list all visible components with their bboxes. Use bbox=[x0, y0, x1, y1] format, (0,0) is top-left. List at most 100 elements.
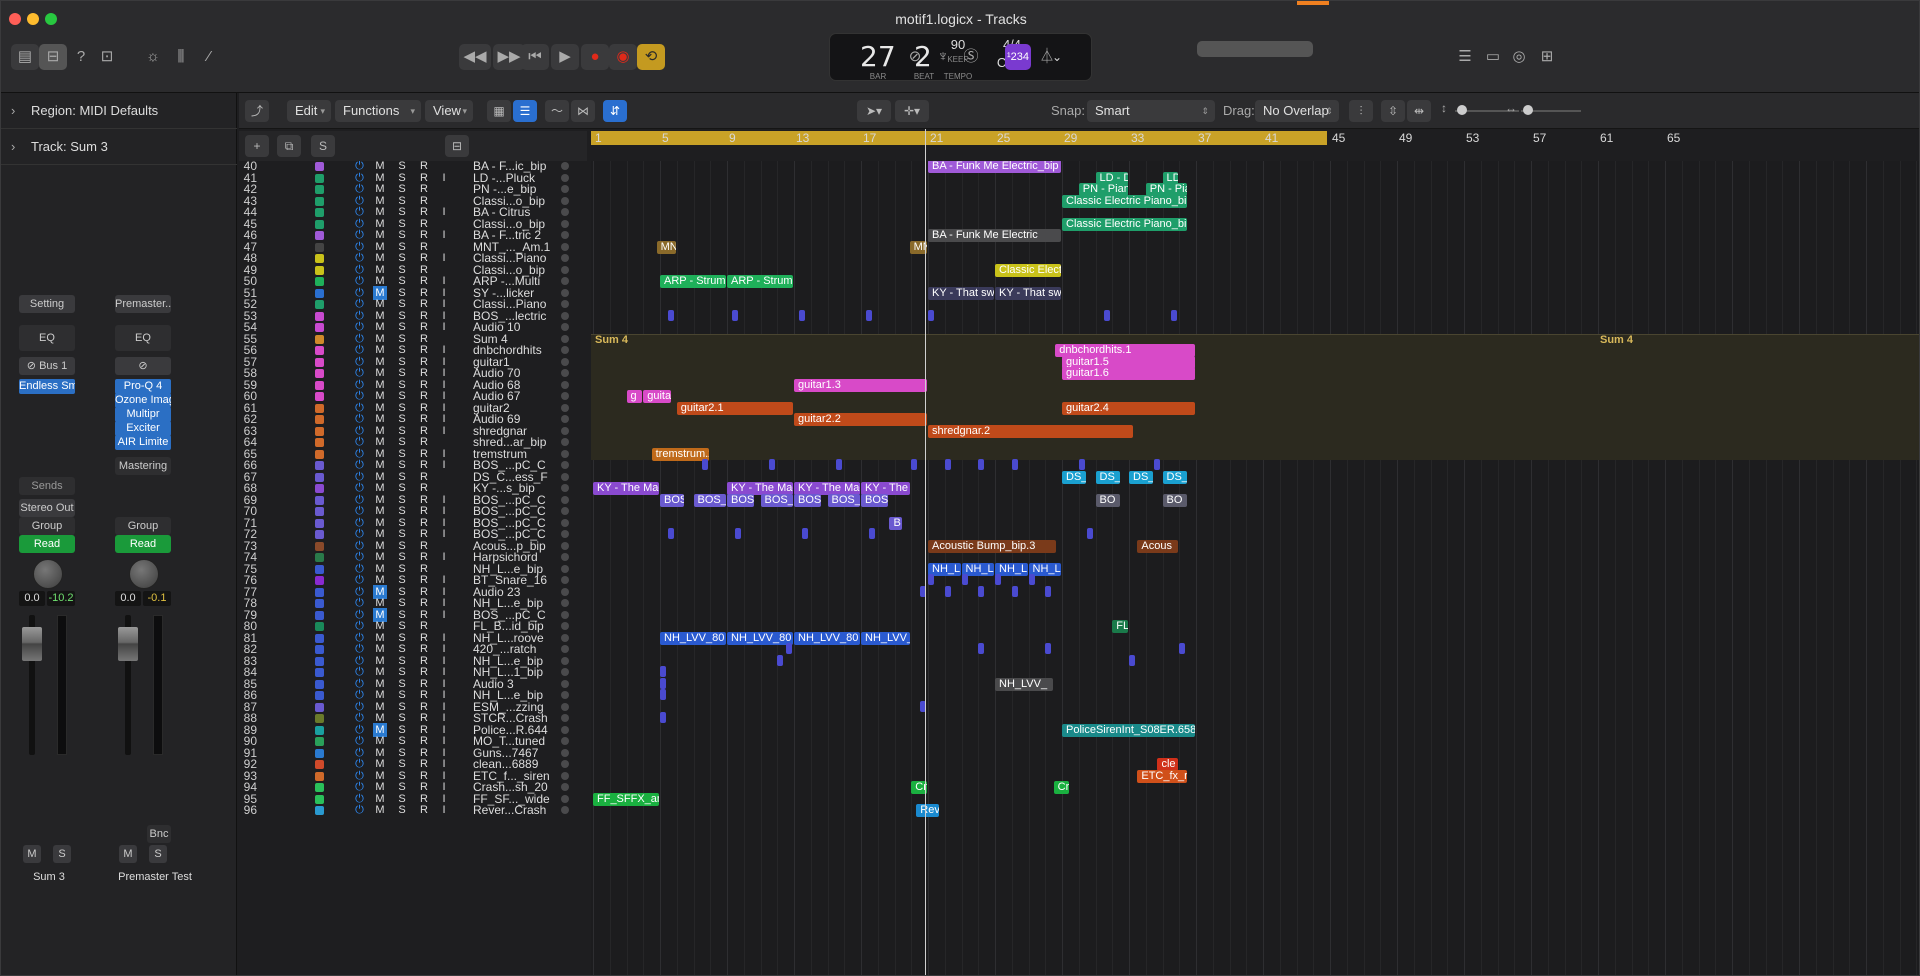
region[interactable]: BO bbox=[1162, 493, 1187, 507]
region[interactable]: NH_LVV_80 bbox=[727, 631, 793, 645]
region[interactable] bbox=[928, 574, 934, 585]
region[interactable]: DS_ bbox=[1129, 470, 1154, 484]
region[interactable] bbox=[866, 309, 873, 321]
region[interactable] bbox=[799, 309, 806, 321]
region[interactable] bbox=[978, 459, 985, 470]
add-track-button[interactable]: + bbox=[245, 135, 269, 157]
pan-knob[interactable] bbox=[129, 559, 159, 589]
region[interactable] bbox=[944, 459, 951, 470]
list-editors-icon[interactable]: ☰ bbox=[1451, 44, 1479, 70]
region[interactable]: NH_LVV_80 bbox=[794, 631, 860, 645]
horizontal-zoom-icon[interactable]: ⇹ bbox=[1407, 100, 1431, 122]
replace-record-icon[interactable]: ◉ bbox=[609, 44, 637, 70]
flex-icon[interactable]: ⋈ bbox=[571, 100, 595, 122]
ruler[interactable]: 1 5 9 13 17 21 25 29 33 37 41 45 49 53 57 61 65 bbox=[591, 131, 1919, 161]
arrange-area[interactable]: Sum 4 Sum 4 BA - Funk Me Electric_bip LD - … bbox=[591, 161, 1919, 975]
region[interactable]: DS_ bbox=[1162, 470, 1187, 484]
region[interactable]: guitar bbox=[643, 390, 671, 403]
track-mute-button[interactable]: M bbox=[373, 803, 387, 817]
region[interactable] bbox=[660, 689, 666, 700]
loop-browser-icon[interactable]: ◎ bbox=[1505, 44, 1533, 70]
region[interactable]: ARP - Strum bbox=[727, 275, 793, 288]
region[interactable]: KY - That swe bbox=[928, 286, 994, 300]
region[interactable]: BA - Funk Me Electric_bip bbox=[928, 161, 1061, 173]
pan-knob[interactable] bbox=[33, 559, 63, 589]
metronome-icon[interactable]: ⏃ bbox=[1033, 44, 1061, 70]
region[interactable] bbox=[1045, 643, 1052, 654]
automation-read-button[interactable]: Read bbox=[115, 535, 171, 553]
eq-button[interactable]: EQ bbox=[115, 325, 171, 351]
drag-select[interactable]: No Overlap ⇕ bbox=[1255, 100, 1339, 122]
region[interactable] bbox=[1087, 528, 1094, 539]
library-icon[interactable]: ▤ bbox=[11, 44, 39, 70]
region[interactable] bbox=[735, 528, 742, 539]
region[interactable] bbox=[660, 666, 666, 677]
solo-button[interactable]: S bbox=[53, 845, 71, 863]
plugin-slot[interactable]: Multipr bbox=[115, 407, 171, 422]
volume-value[interactable]: 0.0 bbox=[19, 591, 45, 606]
mute-button[interactable]: M bbox=[23, 845, 41, 863]
region[interactable]: Acoustic Bump_bip.3 bbox=[928, 539, 1056, 553]
link-icon[interactable]: ⊘ bbox=[115, 357, 171, 375]
region[interactable]: BOS_ bbox=[693, 493, 726, 507]
region[interactable]: BOS bbox=[660, 493, 685, 507]
region[interactable]: B bbox=[889, 516, 902, 530]
region[interactable] bbox=[911, 459, 918, 470]
track-solo-button[interactable]: S bbox=[395, 803, 409, 817]
mastering-button[interactable]: Mastering bbox=[115, 457, 171, 475]
region[interactable] bbox=[835, 459, 842, 470]
bounce-button[interactable]: Bnc bbox=[147, 825, 171, 843]
region[interactable] bbox=[1028, 574, 1035, 585]
list-view-icon[interactable]: ☰ bbox=[513, 100, 537, 122]
region[interactable]: Cr bbox=[1053, 781, 1070, 794]
region[interactable] bbox=[768, 459, 775, 470]
region[interactable]: KY - That swe bbox=[995, 286, 1061, 300]
automation-read-button[interactable]: Read bbox=[19, 535, 75, 553]
play-icon[interactable]: ▶ bbox=[551, 44, 579, 70]
region[interactable]: guitar1.6 bbox=[1062, 367, 1195, 380]
region[interactable]: Classic Electri bbox=[995, 263, 1061, 277]
region[interactable] bbox=[777, 654, 784, 666]
region[interactable]: BOS_ bbox=[827, 493, 860, 507]
inspector-icon[interactable]: ⊟ bbox=[39, 44, 67, 70]
plugin-slot[interactable]: Pro-Q 4 bbox=[115, 379, 171, 394]
region[interactable]: ETC_fx_ri bbox=[1137, 769, 1187, 783]
record-icon[interactable]: ● bbox=[581, 44, 609, 70]
vertical-zoom-handle[interactable] bbox=[1457, 105, 1467, 115]
region[interactable] bbox=[701, 459, 708, 470]
track-inspector-header[interactable]: › Track: Sum 3 bbox=[1, 129, 237, 165]
region[interactable] bbox=[802, 528, 809, 539]
region[interactable]: ARP - Strum bbox=[660, 275, 726, 288]
region[interactable] bbox=[732, 309, 739, 321]
group-button[interactable]: Group bbox=[115, 517, 171, 535]
solo-icon[interactable]: Ⓢ bbox=[957, 44, 985, 70]
plugin-slot[interactable]: Endless Sm bbox=[19, 379, 75, 394]
notepad-icon[interactable]: ▭ bbox=[1479, 44, 1507, 70]
region[interactable]: BOS bbox=[727, 493, 755, 507]
plugin-slot[interactable]: AIR Limite bbox=[115, 435, 171, 450]
cycle-icon[interactable]: ⟲ bbox=[637, 44, 665, 70]
region[interactable]: KY - The Magi bbox=[593, 482, 659, 495]
toolbar-icon[interactable]: ⊡ bbox=[93, 44, 121, 70]
catch-playhead-icon[interactable]: ⇵ bbox=[603, 100, 627, 122]
region[interactable] bbox=[995, 574, 1001, 585]
cycle-range[interactable] bbox=[591, 131, 1327, 145]
sends-button[interactable]: Sends bbox=[19, 477, 75, 495]
region[interactable] bbox=[660, 677, 666, 689]
region[interactable] bbox=[1103, 309, 1110, 321]
input-bus-button[interactable]: ⊘ Bus 1 bbox=[19, 357, 75, 375]
power-icon[interactable]: ⏻ bbox=[353, 804, 366, 816]
region[interactable]: guitar2.4 bbox=[1062, 401, 1195, 415]
region[interactable] bbox=[928, 309, 934, 321]
region[interactable] bbox=[1011, 459, 1018, 470]
region[interactable]: DS_ bbox=[1095, 470, 1120, 484]
secondary-tool-icon[interactable]: ✛▾ bbox=[895, 100, 929, 122]
output-button[interactable]: Stereo Out bbox=[19, 499, 75, 517]
mute-button[interactable]: M bbox=[119, 845, 137, 863]
count-in-badge[interactable]: ¹234 bbox=[1005, 44, 1031, 70]
functions-menu[interactable]: Functions ▾ bbox=[335, 100, 421, 122]
plugin-slot[interactable]: Ozone Imag bbox=[115, 393, 171, 408]
global-tracks-icon[interactable]: ⊟ bbox=[445, 135, 469, 157]
region[interactable] bbox=[785, 643, 792, 654]
region[interactable] bbox=[944, 585, 951, 597]
